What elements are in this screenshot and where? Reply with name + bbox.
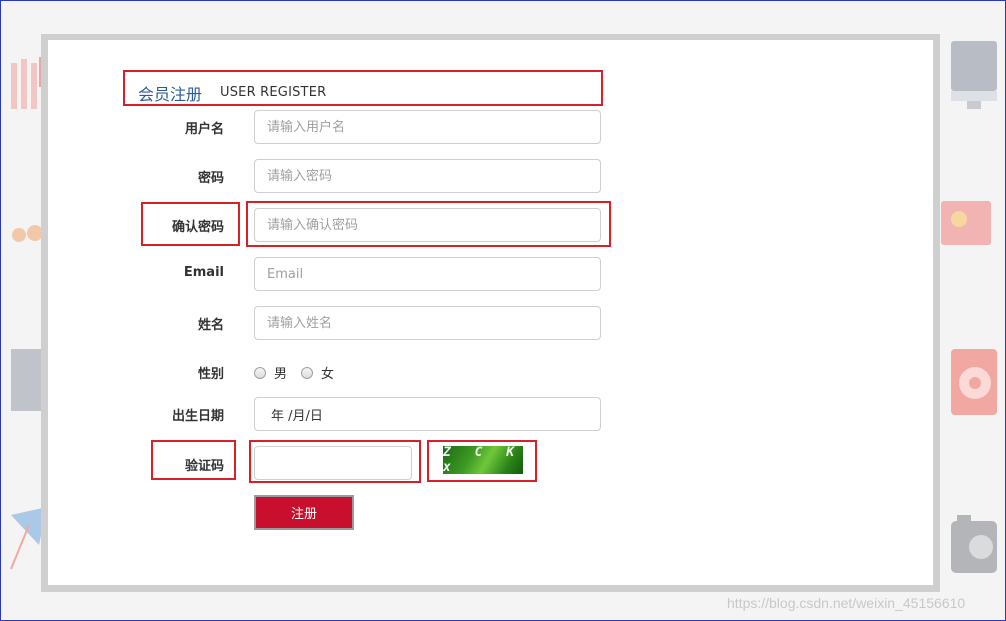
name-label: 姓名: [197, 318, 224, 333]
page-title: 会员注册: [138, 85, 203, 104]
page-subtitle: USER REGISTER: [220, 85, 327, 100]
birthday-date-value: 年 /月/日: [271, 409, 323, 424]
captcha-label: 验证码: [184, 459, 224, 474]
screen-frame: 会员注册 USER REGISTER 用户名 密码 确认密码 Email 姓名 …: [0, 0, 1006, 621]
ticket-icon: [941, 201, 991, 245]
monitor-icon: [951, 41, 997, 109]
username-label: 用户名: [184, 122, 224, 137]
watermark: https://blog.csdn.net/weixin_45156610: [727, 595, 966, 611]
gender-female-label: 女: [321, 367, 335, 382]
disc-icon: [951, 349, 997, 415]
confirm-password-input[interactable]: [254, 208, 601, 242]
email-input[interactable]: [254, 257, 601, 291]
gender-male-radio[interactable]: [254, 366, 266, 379]
password-label: 密码: [197, 171, 224, 186]
email-label: Email: [183, 265, 224, 280]
gender-male-label: 男: [274, 367, 288, 382]
password-input[interactable]: [254, 159, 601, 193]
gender-radio-group: 男 女: [254, 363, 348, 382]
popcorn-icon: [11, 57, 43, 109]
captcha-input[interactable]: [254, 446, 412, 480]
name-input[interactable]: [254, 306, 601, 340]
register-button[interactable]: 注册: [254, 495, 354, 530]
tv-icon: [11, 349, 41, 411]
gender-label: 性别: [197, 367, 224, 382]
captcha-image[interactable]: Z C K x: [443, 445, 523, 475]
birthday-label: 出生日期: [171, 409, 224, 424]
gender-female-radio[interactable]: [301, 366, 314, 379]
camera-icon: [951, 515, 997, 573]
username-input[interactable]: [254, 110, 601, 144]
captcha-text: Z C K x: [443, 445, 523, 475]
confirm-password-label: 确认密码: [171, 220, 224, 235]
